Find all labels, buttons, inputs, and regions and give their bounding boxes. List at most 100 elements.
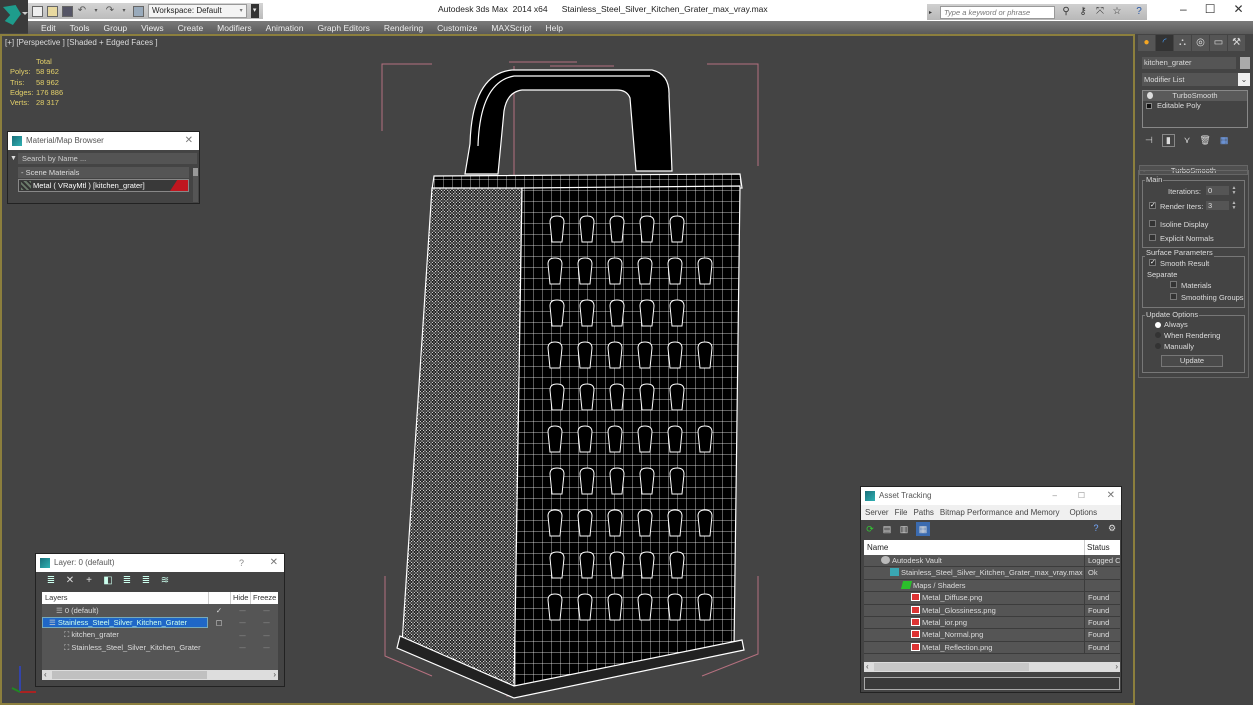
freeze-toggle[interactable]: ----	[254, 618, 278, 627]
maximize-button[interactable]: ☐	[1078, 487, 1085, 505]
menu-animation[interactable]: Animation	[259, 23, 311, 33]
freeze-toggle[interactable]: ----	[254, 643, 278, 652]
hierarchy-tab-icon[interactable]: ⛬	[1174, 35, 1191, 51]
menu-server[interactable]: Server	[862, 508, 892, 517]
column-layers[interactable]: Layers	[42, 592, 208, 604]
create-tab-icon[interactable]: ●	[1138, 35, 1155, 51]
viewport-label[interactable]: [+] [Perspective ] [Shaded + Edged Faces…	[5, 38, 158, 47]
object-name-field[interactable]: kitchen_grater	[1142, 57, 1236, 69]
scroll-left-icon[interactable]: ‹	[866, 662, 869, 671]
scrollbar-thumb[interactable]	[52, 671, 207, 679]
asset-row[interactable]: Metal_Glossiness.png Found	[864, 604, 1120, 617]
column-freeze[interactable]: Freeze	[250, 592, 278, 604]
exchange-icon[interactable]: ⤧	[1094, 6, 1106, 18]
configure-modifier-sets-icon[interactable]: ▦	[1220, 135, 1229, 146]
menu-create[interactable]: Create	[171, 23, 211, 33]
hide-toggle[interactable]: ----	[230, 606, 254, 615]
modify-tab-icon[interactable]: ◜	[1156, 35, 1173, 51]
expand-arrow-icon[interactable]: ▸	[929, 9, 932, 16]
menu-views[interactable]: Views	[134, 23, 171, 33]
menu-modifiers[interactable]: Modifiers	[210, 23, 258, 33]
current-layer-check[interactable]: ▢	[208, 618, 230, 627]
show-end-result-icon[interactable]: ▮	[1161, 133, 1175, 147]
star-icon[interactable]: ☆	[1111, 6, 1123, 18]
column-hide[interactable]: Hide	[230, 592, 250, 604]
select-objects-icon[interactable]: ◧	[103, 576, 113, 586]
close-icon[interactable]: ✕	[185, 132, 193, 150]
freeze-toggle[interactable]: ----	[254, 631, 278, 640]
menu-help[interactable]: Help	[538, 23, 569, 33]
object-color-swatch[interactable]	[1240, 57, 1250, 69]
scrollbar-thumb[interactable]	[874, 663, 1029, 671]
table-view-icon[interactable]: ▦	[916, 522, 930, 536]
workspace-dropdown[interactable]: Workspace: Default ▾	[148, 4, 247, 18]
asset-row[interactable]: Metal_Normal.png Found	[864, 629, 1120, 642]
menu-bitmap-performance[interactable]: Bitmap Performance and Memory	[937, 508, 1063, 517]
column-name[interactable]: Name	[864, 540, 1084, 555]
modifier-list-dropdown[interactable]: Modifier List ⌄	[1142, 73, 1250, 86]
menu-tools[interactable]: Tools	[63, 23, 97, 33]
redo-dropdown-icon[interactable]: ▾	[119, 6, 129, 16]
scene-materials-section[interactable]: - Scene Materials	[18, 167, 189, 178]
horizontal-scrollbar[interactable]: ‹ ›	[42, 670, 278, 680]
scroll-right-icon[interactable]: ›	[273, 670, 276, 679]
highlight-layer-icon[interactable]: ≣	[122, 576, 132, 586]
close-icon[interactable]: ✕	[1107, 487, 1115, 505]
refresh-icon[interactable]: ⟳	[865, 524, 875, 534]
display-tab-icon[interactable]: ▭	[1210, 35, 1227, 51]
open-file-icon[interactable]	[47, 5, 58, 17]
asset-row[interactable]: Stainless_Steel_Silver_Kitchen_Grater_ma…	[864, 567, 1120, 580]
keyword-search-input[interactable]: Type a keyword or phrase	[940, 5, 1056, 19]
scrollbar[interactable]	[193, 168, 198, 202]
layer-row[interactable]: ☰ Stainless_Steel_Silver_Kitchen_Grater …	[42, 617, 278, 630]
asset-row[interactable]: Metal_ior.png Found	[864, 616, 1120, 630]
hide-all-layers-icon[interactable]: ≣	[141, 576, 151, 586]
menu-group[interactable]: Group	[97, 23, 135, 33]
menu-maxscript[interactable]: MAXScript	[484, 23, 538, 33]
help-icon[interactable]: ?	[1133, 6, 1145, 18]
binoculars-icon[interactable]: ⚲	[1060, 6, 1072, 18]
column-status[interactable]: Status	[1084, 540, 1120, 555]
menu-graph-editors[interactable]: Graph Editors	[310, 23, 376, 33]
maximize-button[interactable]: ☐	[1205, 2, 1216, 16]
settings-icon[interactable]: ⚙	[1107, 523, 1117, 533]
asset-row[interactable]: Autodesk Vault Logged C	[864, 555, 1120, 568]
horizontal-scrollbar[interactable]: ‹ ›	[864, 662, 1120, 672]
menu-options[interactable]: Options	[1067, 508, 1101, 517]
new-file-icon[interactable]	[32, 5, 43, 17]
lightbulb-icon[interactable]	[1147, 92, 1153, 99]
menu-customize[interactable]: Customize	[430, 23, 484, 33]
search-by-name-input[interactable]: Search by Name ...	[18, 153, 197, 164]
asset-row[interactable]: Metal_Diffuse.png Found	[864, 592, 1120, 605]
minimize-button[interactable]: –	[1053, 487, 1057, 505]
motion-tab-icon[interactable]: ◎	[1192, 35, 1209, 51]
layer-window-titlebar[interactable]: Layer: 0 (default) ? ✕	[36, 554, 284, 572]
undo-icon[interactable]: ↶	[77, 6, 87, 16]
scroll-left-icon[interactable]: ‹	[44, 670, 47, 679]
make-unique-icon[interactable]: ⋎	[1184, 135, 1191, 146]
filter-icon[interactable]: ▼	[10, 155, 18, 162]
close-button[interactable]: ✕	[1233, 2, 1243, 16]
hide-toggle[interactable]: ----	[230, 631, 254, 640]
detail-view-icon[interactable]: ▥	[899, 524, 909, 534]
menu-edit[interactable]: Edit	[34, 23, 63, 33]
asset-row[interactable]: Maps / Shaders	[864, 579, 1120, 593]
asset-tracking-titlebar[interactable]: Asset Tracking – ☐ ✕	[861, 487, 1121, 505]
utilities-tab-icon[interactable]: ⚒	[1228, 35, 1245, 51]
close-icon[interactable]: ✕	[270, 554, 278, 572]
pin-stack-icon[interactable]: ⊣	[1145, 135, 1153, 146]
redo-icon[interactable]: ↷	[105, 6, 115, 16]
menu-rendering[interactable]: Rendering	[377, 23, 430, 33]
list-view-icon[interactable]: ▤	[882, 524, 892, 534]
layer-row[interactable]: ⛶ kitchen_grater ---- ----	[42, 629, 278, 642]
hide-toggle[interactable]: ----	[230, 618, 254, 627]
customize-qat-button[interactable]: ▾	[250, 4, 259, 18]
scroll-right-icon[interactable]: ›	[1115, 662, 1118, 671]
freeze-all-layers-icon[interactable]: ≋	[160, 576, 170, 586]
save-file-icon[interactable]	[62, 5, 73, 17]
asset-row[interactable]: Metal_Reflection.png Found	[864, 641, 1120, 655]
layer-row[interactable]: ☰ 0 (default) ✓ ---- ----	[42, 604, 278, 617]
menu-file[interactable]: File	[892, 508, 911, 517]
remove-modifier-icon[interactable]: 🗑	[1199, 135, 1210, 146]
add-to-layer-icon[interactable]: +	[84, 576, 94, 586]
